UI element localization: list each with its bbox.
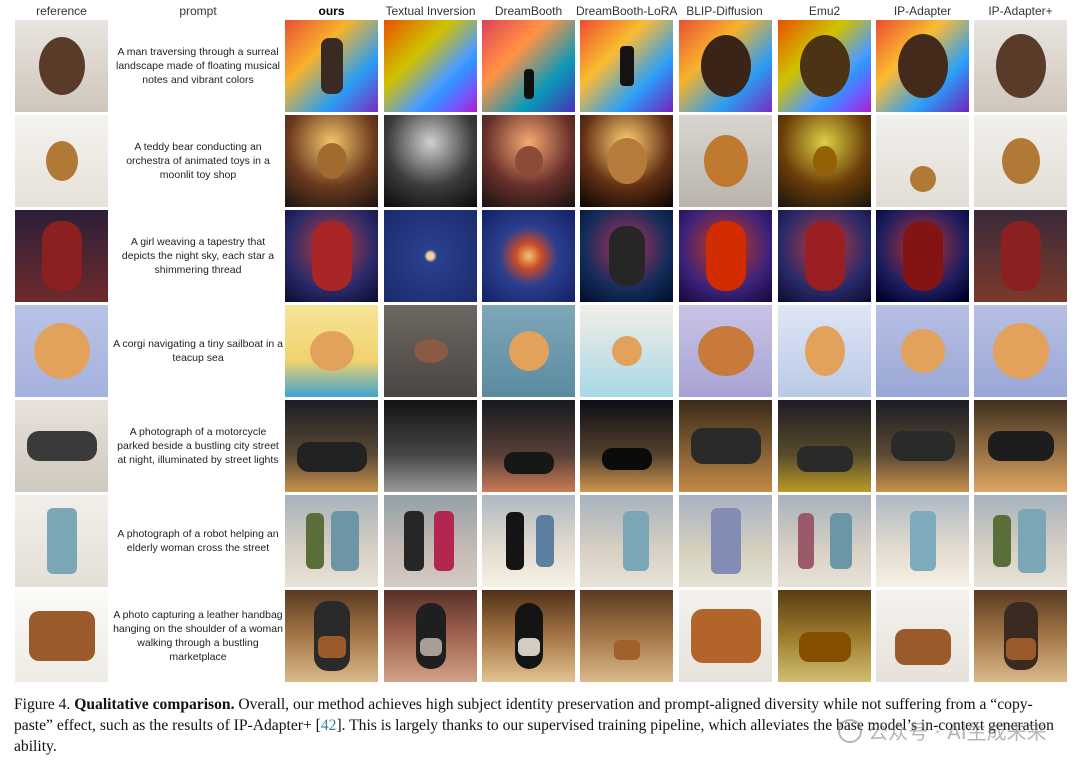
image-blip-diffusion (679, 210, 772, 302)
prompt-text: A teddy bear conducting an orchestra of … (126, 141, 270, 181)
image-dreambooth-lora (580, 305, 673, 397)
header-ip-adapter: IP-Adapter (893, 4, 952, 18)
watermark: 公众号 · AI生成未来 (838, 716, 1047, 745)
image-ip-adapter-plus (974, 115, 1067, 207)
image-dreambooth (482, 495, 575, 587)
image-emu2 (778, 590, 871, 682)
reference-image (15, 495, 108, 587)
watermark-text: 公众号 · AI生成未来 (868, 720, 1047, 744)
image-dreambooth (482, 20, 575, 112)
grid-row-teddy: A teddy bear conducting an orchestra of … (0, 115, 1080, 207)
prompt-text: A man traversing through a surreal lands… (115, 46, 280, 86)
image-textual-inversion (384, 20, 477, 112)
image-ip-adapter (876, 590, 969, 682)
image-ip-adapter-plus (974, 590, 1067, 682)
image-textual-inversion (384, 305, 477, 397)
image-dreambooth (482, 590, 575, 682)
image-dreambooth (482, 400, 575, 492)
image-emu2 (778, 305, 871, 397)
grid-row-corgi: A corgi navigating a tiny sailboat in a … (0, 305, 1080, 397)
wechat-icon (838, 719, 862, 743)
grid-row-robot: A photograph of a robot helping an elder… (0, 495, 1080, 587)
image-ip-adapter (876, 495, 969, 587)
image-blip-diffusion (679, 115, 772, 207)
grid-row-motorcycle: A photograph of a motorcycle parked besi… (0, 400, 1080, 492)
reference-image (15, 210, 108, 302)
image-dreambooth-lora (580, 495, 673, 587)
image-ip-adapter-plus (974, 495, 1067, 587)
header-reference: reference (36, 4, 87, 18)
header-textual-inversion: Textual Inversion (385, 4, 476, 18)
header-prompt: prompt (179, 4, 217, 18)
prompt-text: A corgi navigating a tiny sailboat in a … (113, 338, 283, 364)
image-ip-adapter-plus (974, 210, 1067, 302)
image-ip-adapter (876, 210, 969, 302)
caption-label: Figure 4. (14, 696, 71, 713)
header-dreambooth-lora: DreamBooth-LoRA (576, 4, 678, 18)
image-emu2 (778, 400, 871, 492)
image-dreambooth (482, 210, 575, 302)
image-blip-diffusion (679, 305, 772, 397)
prompt-text: A photograph of a robot helping an elder… (117, 528, 279, 554)
image-ours (285, 210, 378, 302)
image-ours (285, 495, 378, 587)
image-dreambooth-lora (580, 590, 673, 682)
image-ours (285, 20, 378, 112)
image-ours (285, 305, 378, 397)
prompt-text: A girl weaving a tapestry that depicts t… (121, 236, 275, 276)
image-blip-diffusion (679, 20, 772, 112)
grid-row-girl: A girl weaving a tapestry that depicts t… (0, 210, 1080, 302)
image-textual-inversion (384, 115, 477, 207)
image-ip-adapter (876, 20, 969, 112)
prompt-text: A photograph of a motorcycle parked besi… (117, 426, 279, 466)
header-dreambooth: DreamBooth (494, 4, 563, 18)
image-emu2 (778, 210, 871, 302)
caption-title: Qualitative comparison. (74, 696, 235, 713)
image-ip-adapter (876, 115, 969, 207)
prompt-text: A photo capturing a leather handbag hang… (113, 609, 283, 663)
image-dreambooth-lora (580, 20, 673, 112)
image-dreambooth-lora (580, 210, 673, 302)
header-emu2: Emu2 (808, 4, 841, 18)
image-ip-adapter (876, 305, 969, 397)
image-ip-adapter-plus (974, 305, 1067, 397)
image-textual-inversion (384, 210, 477, 302)
image-dreambooth-lora (580, 400, 673, 492)
reference-image (15, 115, 108, 207)
image-ip-adapter-plus (974, 400, 1067, 492)
grid-row-handbag: A photo capturing a leather handbag hang… (0, 590, 1080, 682)
image-textual-inversion (384, 400, 477, 492)
image-ours (285, 400, 378, 492)
reference-image (15, 20, 108, 112)
image-blip-diffusion (679, 495, 772, 587)
image-dreambooth-lora (580, 115, 673, 207)
header-ours: ours (318, 4, 345, 18)
reference-image (15, 590, 108, 682)
image-blip-diffusion (679, 400, 772, 492)
image-ours (285, 590, 378, 682)
image-dreambooth (482, 115, 575, 207)
header-blip-diffusion: BLIP-Diffusion (686, 4, 763, 18)
image-emu2 (778, 115, 871, 207)
reference-image (15, 305, 108, 397)
image-emu2 (778, 20, 871, 112)
image-ip-adapter (876, 400, 969, 492)
image-blip-diffusion (679, 590, 772, 682)
reference-image (15, 400, 108, 492)
image-ours (285, 115, 378, 207)
grid-row-man: A man traversing through a surreal lands… (0, 20, 1080, 112)
citation-link[interactable]: 42 (321, 717, 337, 734)
image-emu2 (778, 495, 871, 587)
header-ip-adapter-plus: IP-Adapter+ (988, 4, 1053, 18)
image-dreambooth (482, 305, 575, 397)
image-textual-inversion (384, 495, 477, 587)
image-textual-inversion (384, 590, 477, 682)
image-ip-adapter-plus (974, 20, 1067, 112)
